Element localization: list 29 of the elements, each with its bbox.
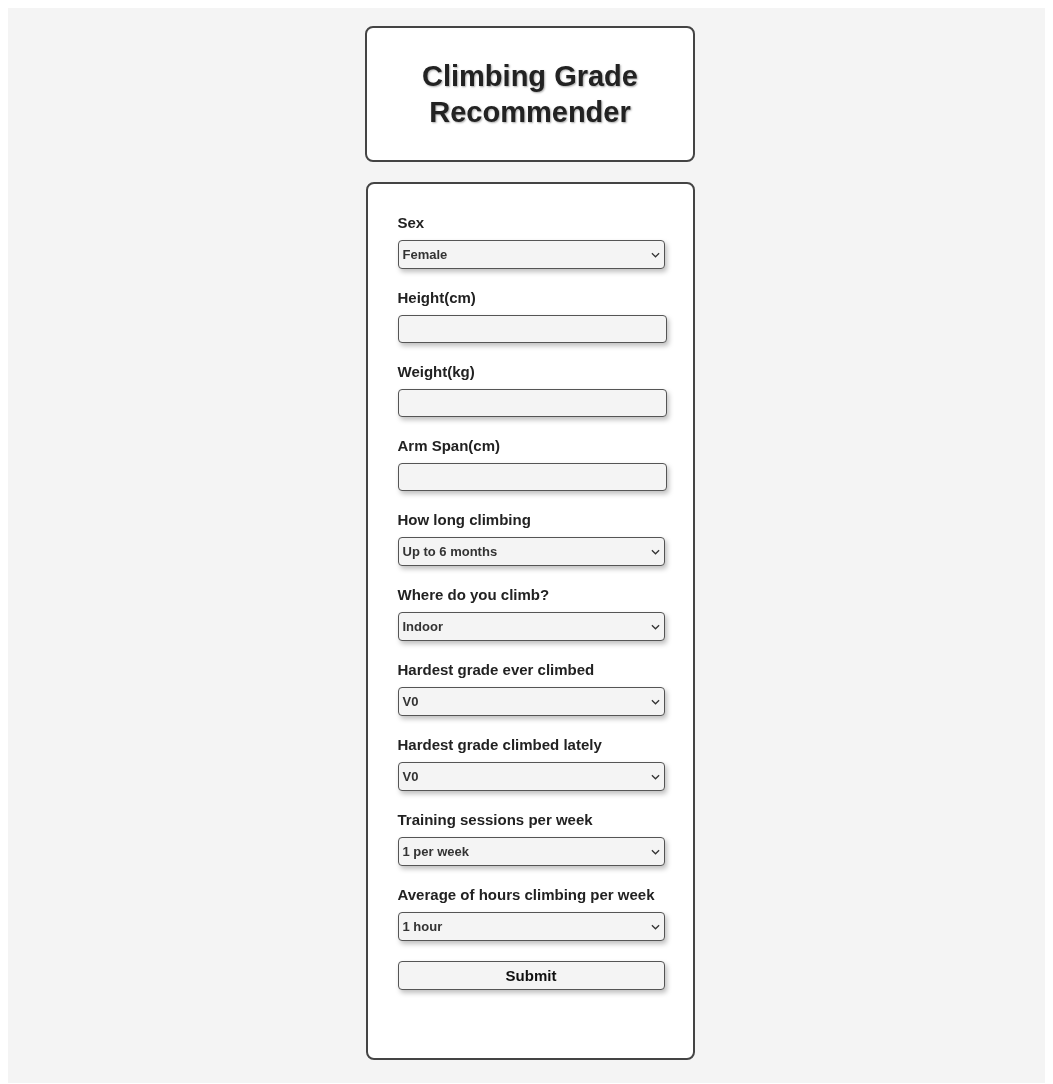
field-label: How long climbing [397, 511, 532, 529]
dropdown[interactable]: Up to 6 months [397, 537, 665, 566]
input-field[interactable] [397, 315, 667, 343]
field-label: Training sessions per week [397, 811, 594, 829]
dropdown[interactable]: V0 [397, 762, 665, 791]
dropdown[interactable]: Female [397, 240, 665, 269]
field-label: Hardest grade ever climbed [397, 661, 596, 679]
input-field[interactable] [397, 463, 667, 491]
chevron-down-icon [650, 773, 660, 780]
field-label: Weight(kg) [397, 363, 476, 381]
chevron-down-icon [650, 848, 660, 855]
submit-button[interactable]: Submit [397, 961, 665, 990]
field-label: Hardest grade climbed lately [397, 736, 603, 754]
field-label: Where do you climb? [397, 586, 551, 604]
dropdown[interactable]: Indoor [397, 612, 665, 641]
chevron-down-icon [650, 923, 660, 930]
chevron-down-icon [650, 698, 660, 705]
page-title: Climbing Grade Recommender [421, 59, 639, 130]
chevron-down-icon [650, 623, 660, 630]
field-label: Height(cm) [397, 289, 477, 307]
dropdown[interactable]: V0 [397, 687, 665, 716]
field-label: Sex [397, 214, 426, 232]
field-label: Arm Span(cm) [397, 437, 502, 455]
dropdown[interactable]: 1 hour [397, 912, 665, 941]
chevron-down-icon [650, 251, 660, 258]
field-label: Average of hours climbing per week [397, 886, 656, 904]
dropdown[interactable]: 1 per week [397, 837, 665, 866]
chevron-down-icon [650, 548, 660, 555]
input-field[interactable] [397, 389, 667, 417]
